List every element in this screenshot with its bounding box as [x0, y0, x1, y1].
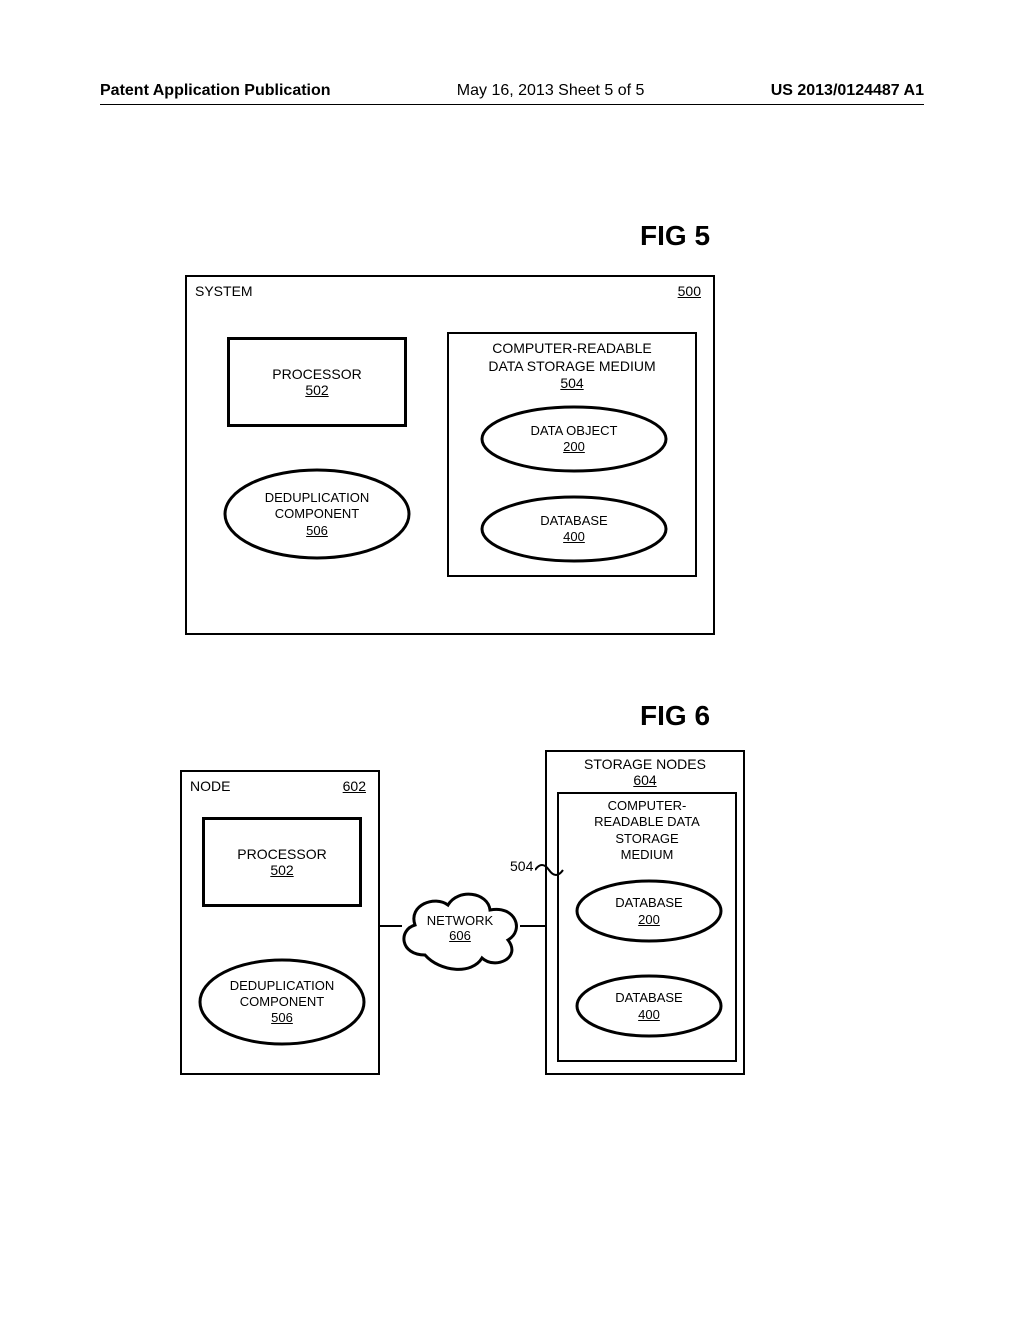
- crdm-l2: READABLE DATA: [594, 814, 700, 829]
- fig5-diagram: SYSTEM 500 PROCESSOR 502 DEDUPLICATION C…: [185, 275, 715, 635]
- database-ellipse-1-fig6: DATABASE 200: [574, 879, 724, 944]
- data-object-label: DATA OBJECT: [531, 423, 618, 439]
- crdm-l4: MEDIUM: [621, 847, 674, 862]
- storage-box-fig5: COMPUTER-READABLE DATA STORAGE MEDIUM 50…: [447, 332, 697, 577]
- storage-nodes-box: STORAGE NODES 604 COMPUTER- READABLE DAT…: [545, 750, 745, 1075]
- crdm-l1: COMPUTER-: [608, 798, 687, 813]
- crdm-box: COMPUTER- READABLE DATA STORAGE MEDIUM D…: [557, 792, 737, 1062]
- header-right: US 2013/0124487 A1: [771, 82, 924, 100]
- deduplication-ellipse-fig5: DEDUPLICATION COMPONENT 506: [222, 467, 412, 562]
- processor-label: PROCESSOR: [237, 846, 326, 862]
- database-ref: 400: [563, 529, 585, 545]
- deduplication-ellipse-fig6: DEDUPLICATION COMPONENT 506: [197, 957, 367, 1047]
- db1-ref: 200: [638, 912, 660, 928]
- sn-ref: 604: [633, 772, 656, 788]
- connector-line: [380, 925, 402, 927]
- sn-title-text: STORAGE NODES: [584, 756, 706, 772]
- database-ellipse-fig5: DATABASE 400: [479, 494, 669, 564]
- callout-504: 504: [510, 858, 533, 874]
- storage-title: COMPUTER-READABLE DATA STORAGE MEDIUM 50…: [449, 334, 695, 393]
- database-label: DATABASE: [540, 513, 607, 529]
- db1-label: DATABASE: [615, 895, 682, 911]
- network-cloud: NETWORK 606: [390, 880, 530, 975]
- node-box-fig6: NODE 602 PROCESSOR 502 DEDUPLICATION COM…: [180, 770, 380, 1075]
- crdm-title: COMPUTER- READABLE DATA STORAGE MEDIUM: [559, 794, 735, 863]
- processor-box-fig6: PROCESSOR 502: [202, 817, 362, 907]
- system-box: SYSTEM 500 PROCESSOR 502 DEDUPLICATION C…: [185, 275, 715, 635]
- database-ellipse-2-fig6: DATABASE 400: [574, 974, 724, 1039]
- node-ref: 602: [343, 778, 366, 794]
- db2-label: DATABASE: [615, 990, 682, 1006]
- fig5-label: FIG 5: [640, 220, 710, 252]
- crdm-l3: STORAGE: [615, 831, 678, 846]
- db2-ref: 400: [638, 1007, 660, 1023]
- node-title: NODE: [190, 778, 230, 794]
- dedup-label-l1: DEDUPLICATION: [265, 490, 370, 506]
- page-header: Patent Application Publication May 16, 2…: [100, 82, 924, 105]
- network-label: NETWORK: [427, 913, 493, 928]
- connector-line: [520, 925, 545, 927]
- storage-ref: 504: [560, 375, 583, 391]
- network-ref: 606: [449, 928, 471, 943]
- processor-ref: 502: [270, 862, 293, 878]
- storage-title-l2: DATA STORAGE MEDIUM: [488, 358, 655, 374]
- processor-label: PROCESSOR: [272, 366, 361, 382]
- data-object-ref: 200: [563, 439, 585, 455]
- data-object-ellipse: DATA OBJECT 200: [479, 404, 669, 474]
- dedup-ref: 506: [306, 523, 328, 539]
- header-left: Patent Application Publication: [100, 82, 331, 100]
- processor-ref: 502: [305, 382, 328, 398]
- dedup-label-l1: DEDUPLICATION: [230, 978, 335, 994]
- dedup-label-l2: COMPONENT: [275, 506, 360, 522]
- processor-box-fig5: PROCESSOR 502: [227, 337, 407, 427]
- storage-nodes-title: STORAGE NODES 604: [547, 752, 743, 788]
- fig6-diagram: NODE 602 PROCESSOR 502 DEDUPLICATION COM…: [180, 770, 745, 1100]
- system-ref: 500: [678, 283, 701, 299]
- header-mid: May 16, 2013 Sheet 5 of 5: [331, 82, 771, 100]
- storage-title-l1: COMPUTER-READABLE: [492, 340, 651, 356]
- dedup-label-l2: COMPONENT: [240, 994, 325, 1010]
- fig6-label: FIG 6: [640, 700, 710, 732]
- system-title: SYSTEM: [195, 283, 253, 299]
- dedup-ref: 506: [271, 1010, 293, 1026]
